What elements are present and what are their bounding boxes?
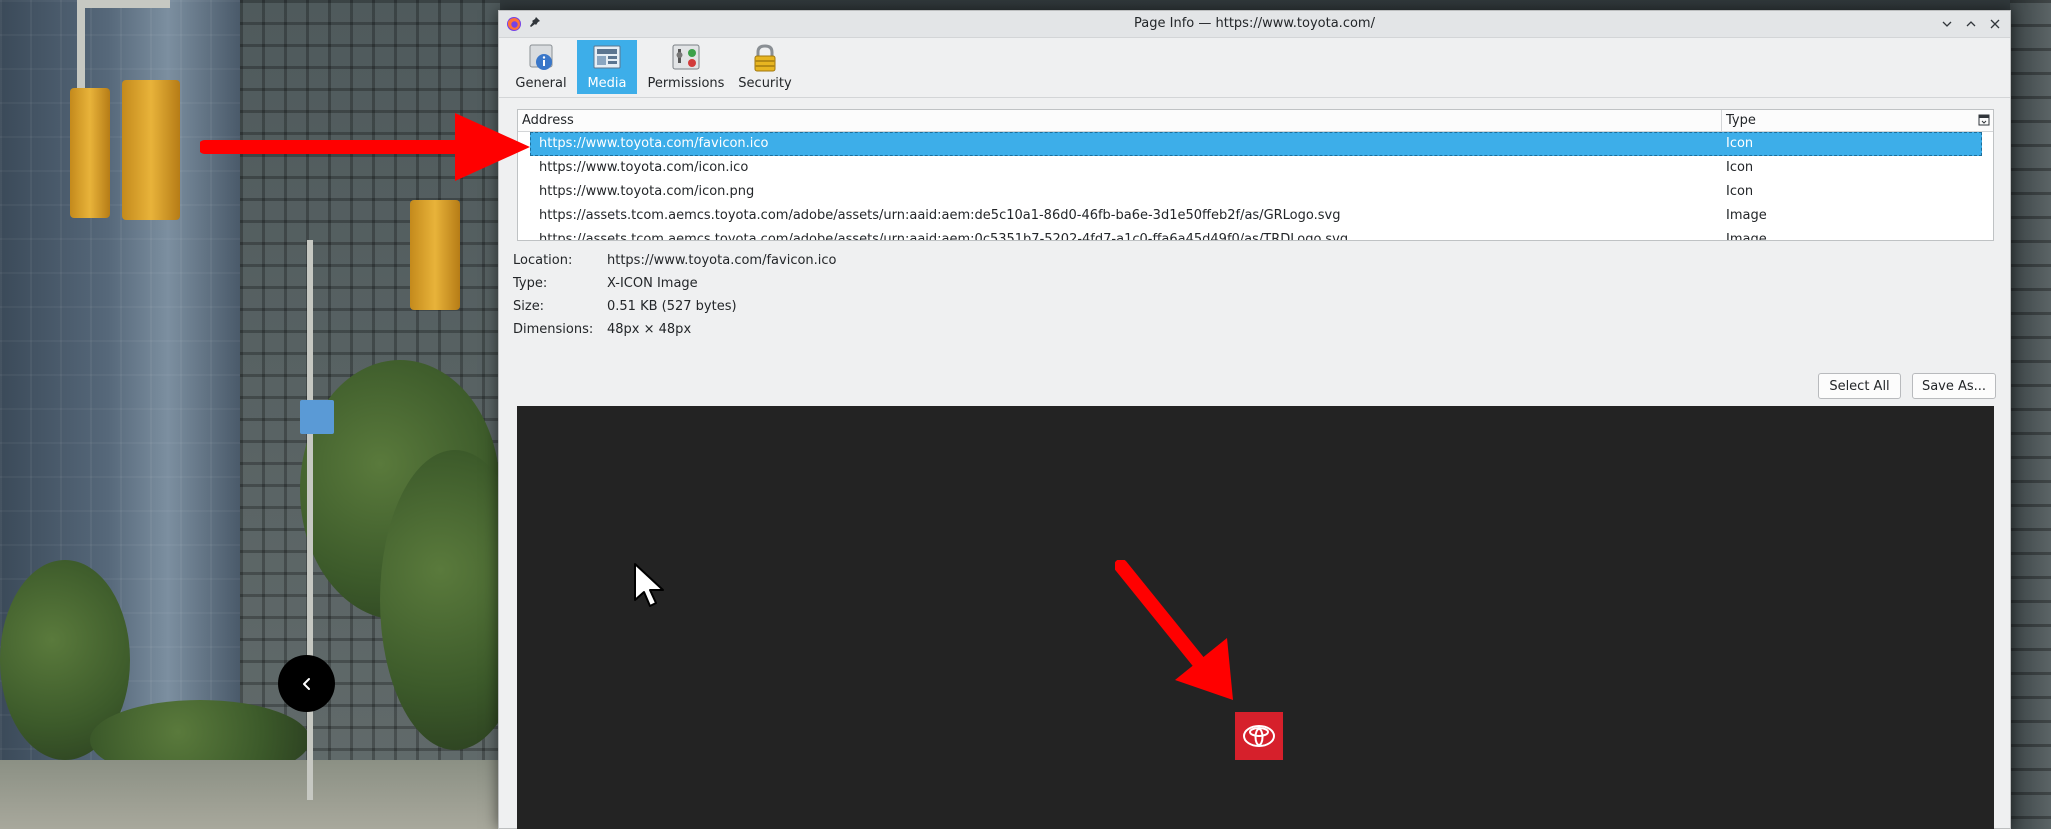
background-pole (80, 0, 170, 8)
media-icon (593, 45, 621, 69)
column-picker-icon[interactable] (1978, 114, 1990, 126)
titlebar: Page Info — https://www.toyota.com/ (499, 11, 2010, 38)
detail-value: 0.51 KB (527 bytes) (607, 299, 737, 314)
background-street-sign (300, 400, 334, 434)
tab-toolbar: General Media Permissions Security (499, 38, 2010, 98)
mouse-cursor-icon (634, 563, 664, 607)
row-type: Icon (1726, 160, 1754, 175)
row-address: https://www.toyota.com/icon.ico (539, 160, 749, 175)
toyota-logo-favicon (1235, 712, 1283, 760)
detail-value: 48px × 48px (607, 322, 692, 337)
table-row[interactable]: https://assets.tcom.aemcs.toyota.com/ado… (518, 204, 1993, 228)
background-building-right (2010, 0, 2051, 829)
window-title: Page Info — https://www.toyota.com/ (1134, 16, 1375, 31)
table-row[interactable]: https://www.toyota.com/icon.ico Icon (518, 156, 1993, 180)
column-divider[interactable] (1721, 110, 1722, 132)
page-info-window: Page Info — https://www.toyota.com/ Gene… (498, 10, 2011, 829)
detail-value: X-ICON Image (607, 276, 698, 291)
tab-permissions[interactable]: Permissions (645, 40, 727, 94)
table-row[interactable]: https://www.toyota.com/icon.png Icon (518, 180, 1993, 204)
detail-label: Location: (513, 253, 573, 268)
tab-security[interactable]: Security (735, 40, 795, 94)
tab-media[interactable]: Media (577, 40, 637, 94)
toyota-logo-icon (1243, 725, 1275, 747)
column-header-type[interactable]: Type (1726, 113, 1756, 128)
maximize-icon[interactable] (1962, 15, 1980, 33)
lock-icon (754, 44, 776, 72)
tab-label: Media (587, 76, 627, 91)
table-row[interactable]: https://www.toyota.com/favicon.ico Icon (530, 132, 1982, 156)
background-street (0, 760, 500, 829)
tab-general[interactable]: General (515, 40, 567, 94)
detail-label: Dimensions: (513, 322, 594, 337)
media-table[interactable]: Address Type https://www.toyota.com/favi… (517, 109, 1994, 241)
background-traffic-light (70, 88, 110, 218)
row-address: https://www.toyota.com/icon.png (539, 184, 755, 199)
row-type: Icon (1726, 136, 1754, 151)
row-address: https://assets.tcom.aemcs.toyota.com/ado… (539, 208, 1341, 223)
chevron-left-icon (302, 677, 310, 690)
back-button[interactable] (278, 655, 335, 712)
info-icon (529, 44, 553, 70)
row-type: Image (1726, 208, 1767, 223)
permissions-icon (672, 44, 700, 70)
detail-value: https://www.toyota.com/favicon.ico (607, 253, 837, 268)
tab-label: General (515, 76, 567, 91)
select-all-button[interactable]: Select All (1818, 373, 1901, 399)
background-traffic-light (410, 200, 460, 310)
close-icon[interactable] (1986, 15, 2004, 33)
row-type: Image (1726, 232, 1767, 241)
background-pole (77, 0, 85, 90)
background-traffic-light (122, 80, 180, 220)
table-header: Address Type (518, 110, 1993, 132)
detail-label: Size: (513, 299, 545, 314)
tab-label: Permissions (647, 76, 725, 91)
row-address: https://www.toyota.com/favicon.ico (539, 136, 769, 151)
table-row[interactable]: https://assets.tcom.aemcs.toyota.com/ado… (518, 228, 1993, 241)
tab-label: Security (738, 76, 792, 91)
row-type: Icon (1726, 184, 1754, 199)
save-as-button[interactable]: Save As... (1912, 373, 1996, 399)
detail-label: Type: (513, 276, 548, 291)
minimize-icon[interactable] (1938, 15, 1956, 33)
media-preview (517, 406, 1994, 829)
column-header-address[interactable]: Address (522, 113, 574, 128)
background-pole (307, 240, 313, 800)
row-address: https://assets.tcom.aemcs.toyota.com/ado… (539, 232, 1349, 241)
